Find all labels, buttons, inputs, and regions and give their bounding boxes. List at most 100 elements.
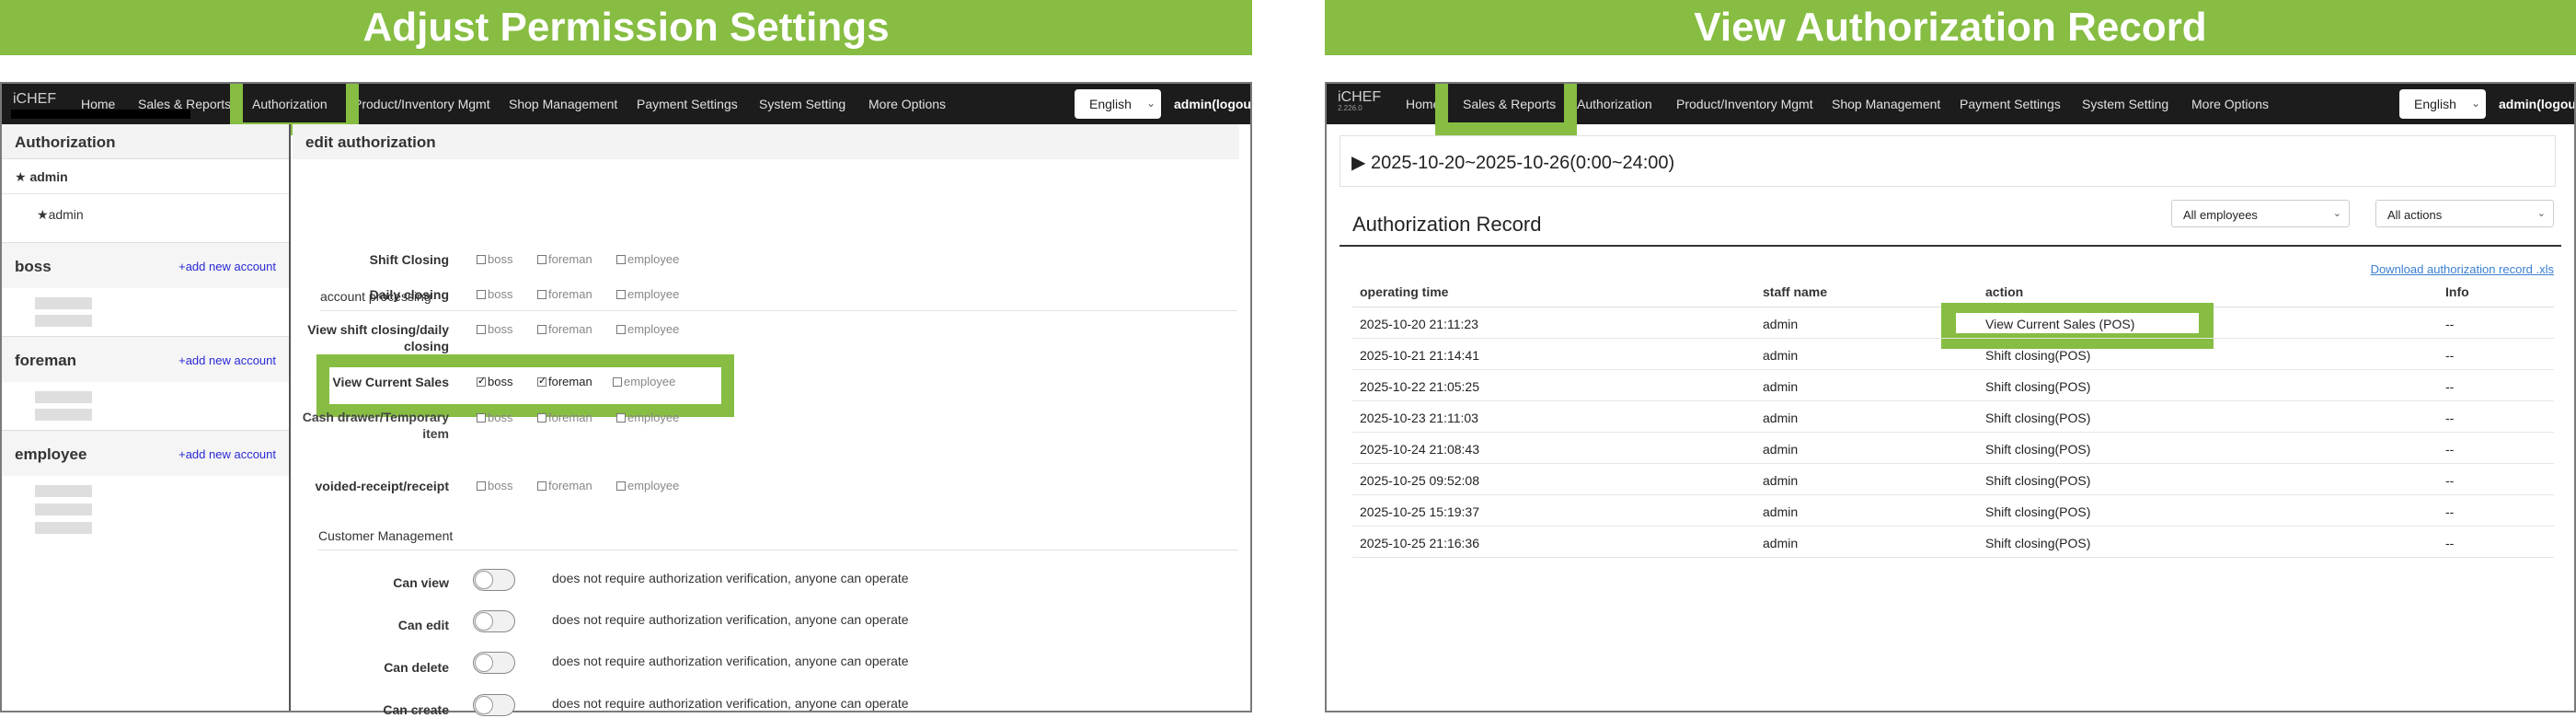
- perm-cash-drawer-label: Cash drawer/Temporary item: [302, 410, 449, 441]
- table-row: 2025-10-25 15:19:37 admin Shift closing(PO…: [1352, 495, 2554, 527]
- cb-shift-closing-employee[interactable]: employee: [616, 252, 679, 266]
- cb-view-current-sales-foreman[interactable]: foreman: [537, 375, 592, 388]
- toggle-can-edit-label: Can edit: [397, 618, 449, 632]
- redacted-account[interactable]: [35, 485, 92, 497]
- nav-authorization[interactable]: Authorization: [1577, 97, 1652, 111]
- nav-product-inventory[interactable]: Product/Inventory Mgmt: [1676, 97, 1813, 111]
- redacted-account[interactable]: [35, 297, 92, 309]
- nav-shop-management[interactable]: Shop Management: [1832, 97, 1940, 111]
- col-staff-name: staff name: [1763, 284, 1828, 299]
- row-info: --: [2445, 379, 2455, 394]
- cb-daily-closing-boss[interactable]: boss: [477, 287, 512, 301]
- table-row: 2025-10-25 09:52:08 admin Shift closing(PO…: [1352, 464, 2554, 495]
- redacted-account[interactable]: [35, 315, 92, 327]
- user-logout-link[interactable]: admin(logout): [1174, 97, 1250, 111]
- checkbox-icon: [537, 481, 546, 491]
- left-banner-title: Adjust Permission Settings: [0, 0, 1252, 55]
- table-row: 2025-10-23 21:11:03 admin Shift closing(PO…: [1352, 401, 2554, 433]
- checkbox-checked-icon: [537, 375, 546, 387]
- redacted-account[interactable]: [35, 504, 92, 515]
- row-time: 2025-10-25 21:16:36: [1360, 536, 1479, 550]
- can-edit-text: does not require authorization verificat…: [552, 612, 909, 627]
- role-label: foreman: [548, 287, 592, 301]
- role-label: employee: [624, 375, 676, 388]
- cb-voided-receipt-employee[interactable]: employee: [616, 479, 679, 492]
- cb-view-closing-foreman[interactable]: foreman: [537, 322, 592, 336]
- language-select[interactable]: English ⌄: [1075, 89, 1161, 119]
- cb-cash-drawer-employee[interactable]: employee: [616, 411, 679, 424]
- nav-product-inventory[interactable]: Product/Inventory Mgmt: [353, 97, 490, 111]
- cb-view-closing-employee[interactable]: employee: [616, 322, 679, 336]
- employee-account-list: [2, 476, 289, 550]
- can-delete-toggle[interactable]: [473, 652, 515, 674]
- cb-view-closing-boss[interactable]: boss: [477, 322, 512, 336]
- section-boss: boss +add new account: [2, 242, 289, 288]
- nav-shop-management[interactable]: Shop Management: [509, 97, 617, 111]
- sidebar-admin-user[interactable]: ★admin: [2, 194, 289, 242]
- redacted-account[interactable]: [35, 391, 92, 403]
- checkbox-icon: [477, 325, 486, 334]
- cb-cash-drawer-boss[interactable]: boss: [477, 411, 512, 424]
- can-view-toggle[interactable]: [473, 569, 515, 591]
- add-foreman-account-link[interactable]: +add new account: [178, 353, 276, 367]
- row-time: 2025-10-22 21:05:25: [1360, 379, 1479, 394]
- adjust-permission-panel: Adjust Permission Settings iCHEF Home Sa…: [0, 0, 1252, 717]
- date-range-text: 2025-10-20~2025-10-26(0:00~24:00): [1370, 153, 1675, 173]
- perm-daily-closing-label: Daily closing: [369, 287, 449, 302]
- cb-view-current-sales-employee[interactable]: employee: [613, 375, 675, 388]
- cb-view-current-sales-boss[interactable]: boss: [477, 375, 512, 388]
- nav-more-options[interactable]: More Options: [868, 97, 946, 111]
- checkbox-icon: [616, 325, 626, 334]
- can-edit-toggle[interactable]: [473, 610, 515, 632]
- role-label: foreman: [548, 252, 592, 266]
- section-foreman: foreman +add new account: [2, 336, 289, 382]
- row-staff: admin: [1763, 317, 1799, 331]
- toggle-knob: [475, 612, 493, 631]
- checkbox-icon: [613, 377, 622, 387]
- cb-voided-receipt-boss[interactable]: boss: [477, 479, 512, 492]
- language-select[interactable]: English ⌄: [2399, 89, 2486, 119]
- boss-account-list: [2, 288, 289, 336]
- user-logout-link[interactable]: admin(logout): [2499, 97, 2574, 111]
- date-range-panel[interactable]: ▶ 2025-10-20~2025-10-26(0:00~24:00): [1340, 135, 2556, 187]
- nav-more-options[interactable]: More Options: [2191, 97, 2269, 111]
- role-label: boss: [488, 252, 513, 266]
- row-info: --: [2445, 504, 2455, 519]
- divider: [1340, 245, 2561, 247]
- nav-payment-settings[interactable]: Payment Settings: [1960, 97, 2061, 111]
- row-action: Shift closing(POS): [1985, 473, 2091, 488]
- cb-daily-closing-employee[interactable]: employee: [616, 287, 679, 301]
- cb-shift-closing-foreman[interactable]: foreman: [537, 252, 592, 266]
- nav-sales-reports[interactable]: Sales & Reports: [138, 97, 231, 111]
- cb-shift-closing-boss[interactable]: boss: [477, 252, 512, 266]
- nav-home[interactable]: Home: [81, 97, 115, 111]
- section-boss-title: boss: [15, 258, 52, 275]
- checkbox-icon: [537, 290, 546, 299]
- nav-system-setting[interactable]: System Setting: [759, 97, 845, 111]
- nav-payment-settings[interactable]: Payment Settings: [637, 97, 738, 111]
- cb-voided-receipt-foreman[interactable]: foreman: [537, 479, 592, 492]
- row-info: --: [2445, 442, 2455, 457]
- view-authorization-record-panel: View Authorization Record iCHEF 2.226.0 H…: [1325, 0, 2576, 712]
- checkbox-icon: [537, 255, 546, 264]
- add-employee-account-link[interactable]: +add new account: [178, 447, 276, 461]
- redacted-account[interactable]: [35, 522, 92, 534]
- admin-user-row: ★admin: [37, 207, 84, 223]
- role-label: employee: [627, 322, 680, 336]
- download-record-link[interactable]: Download authorization record .xls: [2371, 262, 2554, 276]
- authorization-sidebar: Authorization ★ admin ★admin boss +add n…: [2, 124, 291, 711]
- can-create-toggle[interactable]: [473, 694, 515, 716]
- employee-filter-select[interactable]: All employees ⌄: [2171, 200, 2350, 227]
- row-staff: admin: [1763, 442, 1799, 457]
- language-value: English: [1089, 97, 1132, 111]
- cb-cash-drawer-foreman[interactable]: foreman: [537, 411, 592, 424]
- perm-voided-receipt-label: voided-receipt/receipt: [315, 479, 450, 493]
- action-filter-select[interactable]: All actions ⌄: [2375, 200, 2554, 227]
- role-label: employee: [627, 252, 680, 266]
- nav-system-setting[interactable]: System Setting: [2082, 97, 2168, 111]
- sidebar-admin-group[interactable]: ★ admin: [2, 159, 289, 194]
- cb-daily-closing-foreman[interactable]: foreman: [537, 287, 592, 301]
- language-value: English: [2414, 97, 2456, 111]
- redacted-account[interactable]: [35, 409, 92, 421]
- add-boss-account-link[interactable]: +add new account: [178, 260, 276, 273]
